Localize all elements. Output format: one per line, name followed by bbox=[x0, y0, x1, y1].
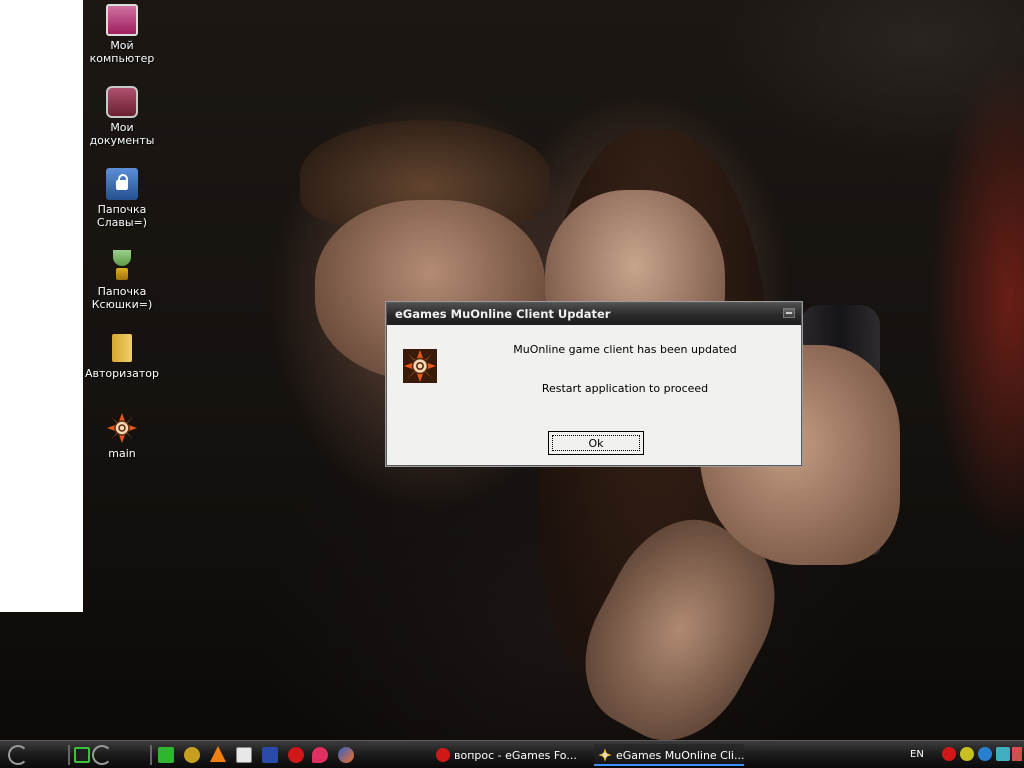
desktop-icon-my-documents[interactable]: Мои документы bbox=[84, 86, 160, 147]
minimize-icon[interactable] bbox=[783, 308, 795, 318]
taskbar-separator bbox=[68, 745, 70, 765]
desktop-icon-authorizer[interactable]: Авторизатор bbox=[84, 332, 160, 380]
locked-folder-icon bbox=[106, 168, 138, 200]
spinner-icon[interactable] bbox=[92, 745, 112, 765]
desktop-icon-slava-folder[interactable]: Папочка Славы=) bbox=[84, 168, 160, 229]
firefox-icon[interactable] bbox=[338, 747, 354, 763]
mu-online-icon bbox=[598, 748, 612, 762]
updater-dialog: eGames MuOnline Client Updater MuOnline … bbox=[386, 302, 802, 466]
taskbar-task-opera[interactable]: вопрос - eGames Fo... bbox=[432, 744, 582, 766]
taskbar-task-mu-updater[interactable]: eGames MuOnline Cli... bbox=[594, 744, 744, 766]
focus-rect: Ok bbox=[552, 435, 640, 451]
network-icon[interactable] bbox=[184, 747, 200, 763]
task-label: вопрос - eGames Fo... bbox=[454, 748, 577, 762]
vlc-icon[interactable] bbox=[210, 746, 226, 762]
taskbar-separator bbox=[150, 745, 152, 765]
white-panel bbox=[0, 0, 83, 612]
my-documents-icon bbox=[106, 86, 138, 118]
language-indicator[interactable]: EN bbox=[910, 749, 924, 760]
folder-icon bbox=[106, 332, 138, 364]
green-app-icon[interactable] bbox=[74, 747, 90, 763]
mu-online-icon bbox=[106, 412, 138, 444]
ok-button-mnemonic: O bbox=[588, 436, 598, 450]
dialog-title: eGames MuOnline Client Updater bbox=[395, 307, 611, 321]
dialog-message: Restart application to proceed bbox=[541, 382, 709, 395]
globe-icon[interactable] bbox=[978, 747, 992, 761]
mu-online-icon bbox=[403, 349, 437, 383]
sun-icon[interactable] bbox=[960, 747, 974, 761]
opera-icon bbox=[436, 748, 450, 762]
desktop-icon-main[interactable]: main bbox=[84, 412, 160, 460]
desktop-icon-label: Папочка Ксюшки=) bbox=[91, 285, 153, 311]
desktop-icon-label: Мои документы bbox=[89, 121, 155, 147]
arrow-icon[interactable] bbox=[1012, 747, 1022, 761]
opera-icon[interactable] bbox=[288, 747, 304, 763]
network-icon[interactable] bbox=[996, 747, 1010, 761]
opera-icon[interactable] bbox=[942, 747, 956, 761]
ok-button-label: k bbox=[597, 436, 604, 450]
my-computer-icon bbox=[106, 4, 138, 36]
spinner-icon[interactable] bbox=[8, 745, 28, 765]
desktop-icon-ksyushka-folder[interactable]: Папочка Ксюшки=) bbox=[84, 250, 160, 311]
desktop-icon-label: Авторизатор bbox=[85, 367, 159, 380]
desktop-icon-my-computer[interactable]: Мой компьютер bbox=[84, 4, 160, 65]
chat-icon[interactable] bbox=[312, 747, 328, 763]
desktop-icon-label: Папочка Славы=) bbox=[96, 203, 148, 229]
desktop-icon-label: Мой компьютер bbox=[89, 39, 155, 65]
dialog-message: MuOnline game client has been updated bbox=[513, 343, 737, 356]
taskbar: вопрос - eGames Fo... eGames MuOnline Cl… bbox=[0, 740, 1024, 768]
desktop-icon-label: main bbox=[108, 447, 136, 460]
dialog-body: MuOnline game client has been updated Re… bbox=[387, 325, 801, 465]
photo-icon[interactable] bbox=[262, 747, 278, 763]
window-icon[interactable] bbox=[236, 747, 252, 763]
trophy-icon bbox=[106, 250, 138, 282]
task-label: eGames MuOnline Cli... bbox=[616, 748, 744, 762]
ok-button[interactable]: Ok bbox=[548, 431, 644, 455]
green-m-icon[interactable] bbox=[158, 747, 174, 763]
dialog-titlebar[interactable]: eGames MuOnline Client Updater bbox=[387, 303, 801, 325]
